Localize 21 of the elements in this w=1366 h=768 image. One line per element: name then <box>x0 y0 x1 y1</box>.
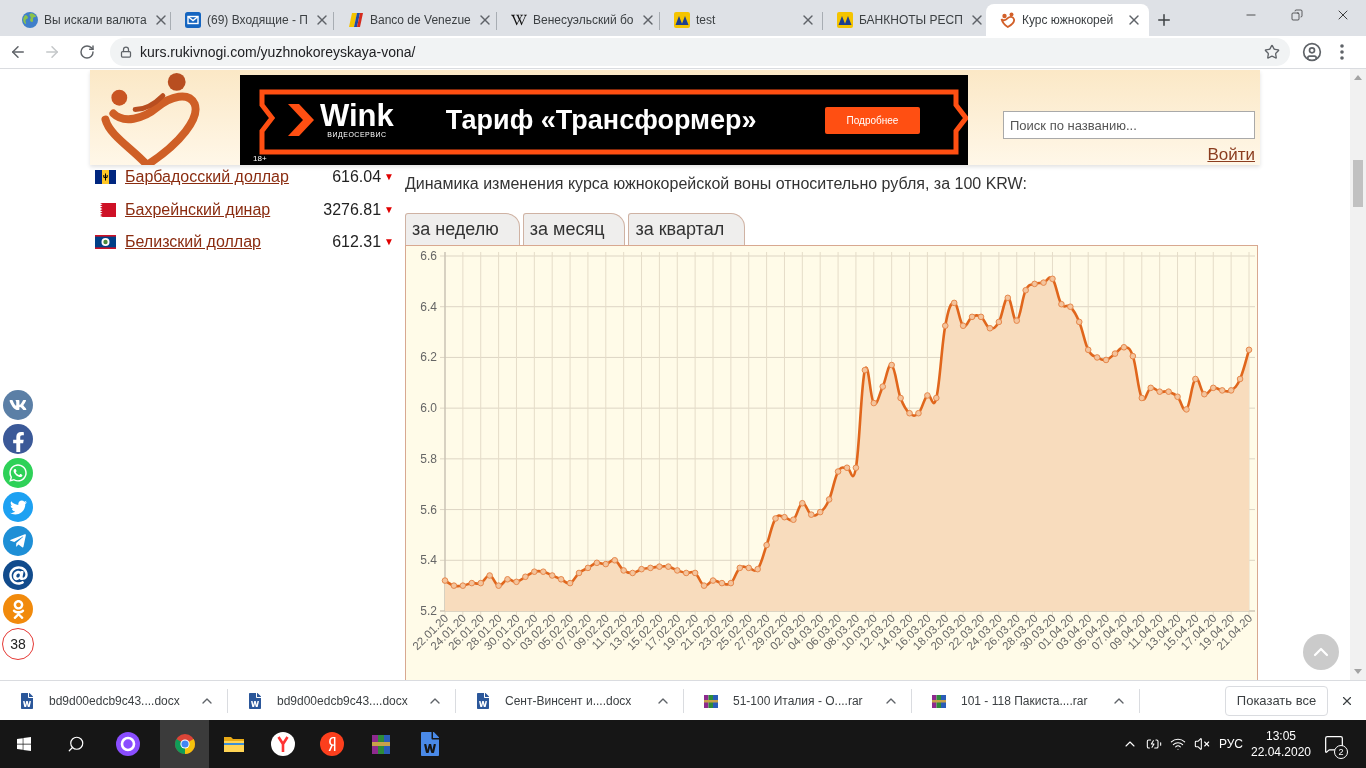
brand-name: Wink <box>320 101 394 131</box>
down-triangle-icon: ▼ <box>384 171 394 183</box>
share-count: 38 <box>2 628 34 660</box>
axis-tick-label: 6.0 <box>420 401 437 416</box>
ad-headline: Тариф «Трансформер» <box>445 103 757 137</box>
currency-rate: 612.31 <box>332 232 382 252</box>
axis-tick-label: 5.2 <box>420 604 437 618</box>
currency-rate: 3276.81 <box>323 199 382 220</box>
url-text: kurs.rukivnogi.com/yuzhnokoreyskaya-vona/ <box>140 42 416 62</box>
notification-count: 2 <box>1334 745 1348 759</box>
axis-tick-label: 5.8 <box>420 451 437 466</box>
axis-tick-label: 6.2 <box>420 350 437 365</box>
down-triangle-icon: ▼ <box>384 203 394 216</box>
axis-tick-label: 6.6 <box>420 249 437 263</box>
axis-tick-label: 5.6 <box>420 502 437 517</box>
chart-caption: Динамика изменения курса южнокорейской воны относительно рубля, за 100 KRW: <box>405 175 1028 193</box>
currency-rate: 616.04 <box>332 167 382 187</box>
down-triangle-icon: ▼ <box>384 236 394 248</box>
axis-tick-label: 6.4 <box>420 299 437 314</box>
age-rating: 18+ <box>253 154 267 164</box>
axis-tick-label: 5.4 <box>420 553 437 568</box>
